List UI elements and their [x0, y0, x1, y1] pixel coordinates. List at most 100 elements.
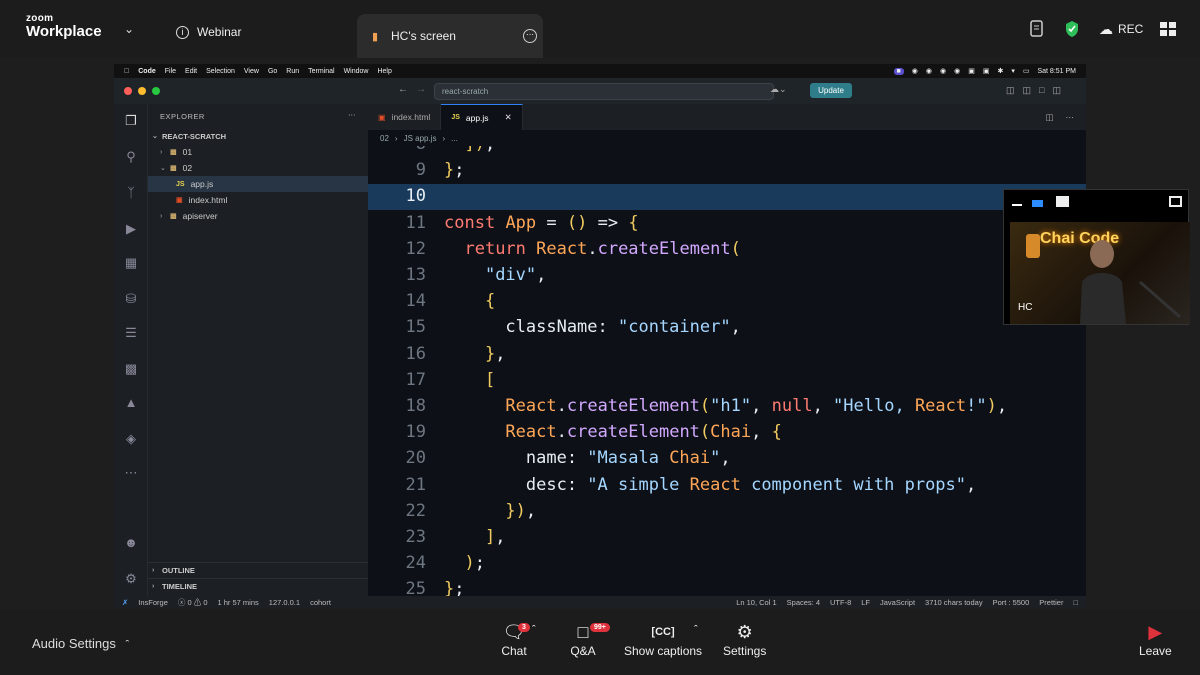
code-line[interactable]: };: [444, 579, 465, 596]
code-line[interactable]: [: [444, 370, 495, 390]
more-actions-icon[interactable]: ⋯: [1066, 112, 1075, 123]
back-arrow-icon[interactable]: ←: [398, 84, 408, 95]
menu-status-icon[interactable]: ◉: [926, 67, 932, 75]
menu-clock[interactable]: Sat 8:51 PM: [1037, 68, 1076, 75]
more-options-icon[interactable]: ⋯: [523, 29, 537, 43]
triangle-icon[interactable]: ▲: [122, 394, 140, 412]
forward-arrow-icon[interactable]: →: [416, 84, 426, 95]
code-line[interactable]: },: [444, 344, 506, 364]
wifi-icon[interactable]: ▾: [1011, 67, 1015, 75]
tab-hc-screen[interactable]: ▮ HC's screen ⋯: [357, 14, 543, 58]
menu-status-icon[interactable]: ▣: [968, 67, 975, 75]
tab-index-html[interactable]: ▣ index.html: [368, 104, 442, 130]
status-formatter[interactable]: Prettier: [1039, 598, 1063, 607]
maximize-window-button[interactable]: [152, 87, 160, 95]
code-editor[interactable]: 8 ]); 9}; 10 11 const App = () => {12 return…: [368, 146, 1086, 596]
account-icon[interactable]: ☻: [122, 534, 140, 552]
qa-button[interactable]: □ 99+ Q&A: [568, 620, 610, 658]
env-icon[interactable]: ▩: [122, 360, 140, 378]
split-editor-icon[interactable]: ◫: [1045, 112, 1053, 123]
menu-status-icon[interactable]: ◉: [940, 67, 946, 75]
menu-code[interactable]: Code: [138, 68, 156, 75]
layout-icon[interactable]: □: [1039, 85, 1044, 96]
code-line[interactable]: {: [444, 291, 495, 311]
status-spaces[interactable]: Spaces: 4: [787, 598, 820, 607]
menu-run[interactable]: Run: [286, 68, 299, 75]
breadcrumb-item[interactable]: JS app.js: [404, 134, 437, 143]
menu-selection[interactable]: Selection: [206, 68, 235, 75]
status-encoding[interactable]: UTF-8: [830, 598, 851, 607]
gallery-view-icon[interactable]: [1159, 18, 1177, 40]
project-root[interactable]: ⌄ REACT-SCRATCH: [148, 128, 368, 144]
code-line[interactable]: React.createElement("h1", null, "Hello, …: [444, 396, 1007, 416]
captions-button[interactable]: [CC] Show captions: [624, 620, 702, 658]
breadcrumb-item[interactable]: 02: [380, 134, 389, 143]
database-icon[interactable]: ⛁: [122, 290, 140, 308]
battery-icon[interactable]: ▭: [1023, 67, 1030, 75]
source-control-icon[interactable]: ᛉ: [122, 184, 140, 202]
record-button[interactable]: ☁ REC: [1099, 18, 1143, 40]
layout-icon[interactable]: ◫: [1006, 85, 1015, 96]
leave-button[interactable]: ▶ Leave: [1139, 620, 1172, 658]
layout-icon[interactable]: ◫: [1023, 85, 1032, 96]
chevron-down-icon[interactable]: ⌄: [124, 22, 134, 36]
status-language[interactable]: JavaScript: [880, 598, 915, 607]
code-line[interactable]: "div",: [444, 265, 546, 285]
apple-icon[interactable]: : [124, 68, 129, 75]
gallery-icon[interactable]: [1056, 196, 1069, 207]
status-eol[interactable]: LF: [861, 598, 870, 607]
exit-fullscreen-icon[interactable]: [1169, 196, 1182, 207]
code-line[interactable]: );: [444, 553, 485, 573]
tree-item-folder[interactable]: › ▩ 01: [148, 144, 368, 160]
code-line[interactable]: desc: "A simple React component with pro…: [444, 475, 976, 495]
tree-item-folder[interactable]: › ▩ apiserver: [148, 208, 368, 224]
more-icon[interactable]: ⋯: [122, 464, 140, 482]
status-branch[interactable]: InsForge: [138, 598, 168, 607]
menu-go[interactable]: Go: [268, 68, 277, 75]
code-line[interactable]: ],: [444, 527, 506, 547]
run-debug-icon[interactable]: ▶: [122, 220, 140, 238]
update-button[interactable]: Update: [810, 83, 852, 98]
extensions-icon[interactable]: ▦: [122, 254, 140, 272]
explorer-icon[interactable]: ❐: [122, 112, 140, 130]
tab-app-js[interactable]: JS app.js ✕: [441, 104, 523, 130]
shield-icon[interactable]: [1064, 18, 1080, 40]
more-actions-icon[interactable]: ⋯: [348, 110, 356, 119]
status-port[interactable]: Port : 5500: [993, 598, 1030, 607]
copilot-icon[interactable]: ☁⌄: [770, 84, 787, 95]
participant-video[interactable]: Chai Code HC: [1003, 189, 1190, 325]
code-line[interactable]: name: "Masala Chai",: [444, 448, 731, 468]
settings-button[interactable]: ⚙ Settings: [723, 620, 766, 658]
menu-status-icon[interactable]: ◉: [954, 67, 960, 75]
code-line[interactable]: ]);: [444, 146, 495, 154]
status-problems[interactable]: ⓧ 0 ⚠ 0: [178, 597, 208, 608]
tree-item-file[interactable]: JS app.js: [148, 176, 368, 192]
layers-icon[interactable]: ☰: [122, 324, 140, 342]
notifications-icon[interactable]: □: [1073, 598, 1086, 607]
status-time[interactable]: 1 hr 57 mins: [218, 598, 259, 607]
menu-terminal[interactable]: Terminal: [308, 68, 334, 75]
close-window-button[interactable]: [124, 87, 132, 95]
menu-window[interactable]: Window: [344, 68, 369, 75]
menu-help[interactable]: Help: [377, 68, 391, 75]
code-line[interactable]: className: "container",: [444, 317, 740, 337]
menu-status-icon[interactable]: ▣: [983, 67, 990, 75]
chat-button[interactable]: 🗨 3 Chat: [500, 620, 530, 658]
menu-file[interactable]: File: [165, 68, 176, 75]
layout-icon[interactable]: ◫: [1052, 85, 1061, 96]
code-line[interactable]: React.createElement(Chai, {: [444, 422, 781, 442]
tree-item-folder[interactable]: ⌄ ▩ 02: [148, 160, 368, 176]
menu-view[interactable]: View: [244, 68, 259, 75]
remote-icon[interactable]: ✗: [122, 598, 128, 607]
status-chars[interactable]: 3710 chars today: [925, 598, 983, 607]
status-repo[interactable]: cohort: [310, 598, 331, 607]
close-icon[interactable]: ✕: [505, 112, 512, 123]
timeline-section[interactable]: › TIMELINE: [148, 578, 368, 594]
chevron-up-icon[interactable]: ˆ: [694, 624, 698, 636]
menu-status-icon[interactable]: ◉: [912, 67, 918, 75]
outline-section[interactable]: › OUTLINE: [148, 562, 368, 578]
menu-status-icon[interactable]: ■: [893, 67, 904, 75]
settings-gear-icon[interactable]: ⚙: [122, 570, 140, 588]
code-line[interactable]: return React.createElement(: [444, 239, 740, 259]
python-icon[interactable]: ◈: [122, 430, 140, 448]
